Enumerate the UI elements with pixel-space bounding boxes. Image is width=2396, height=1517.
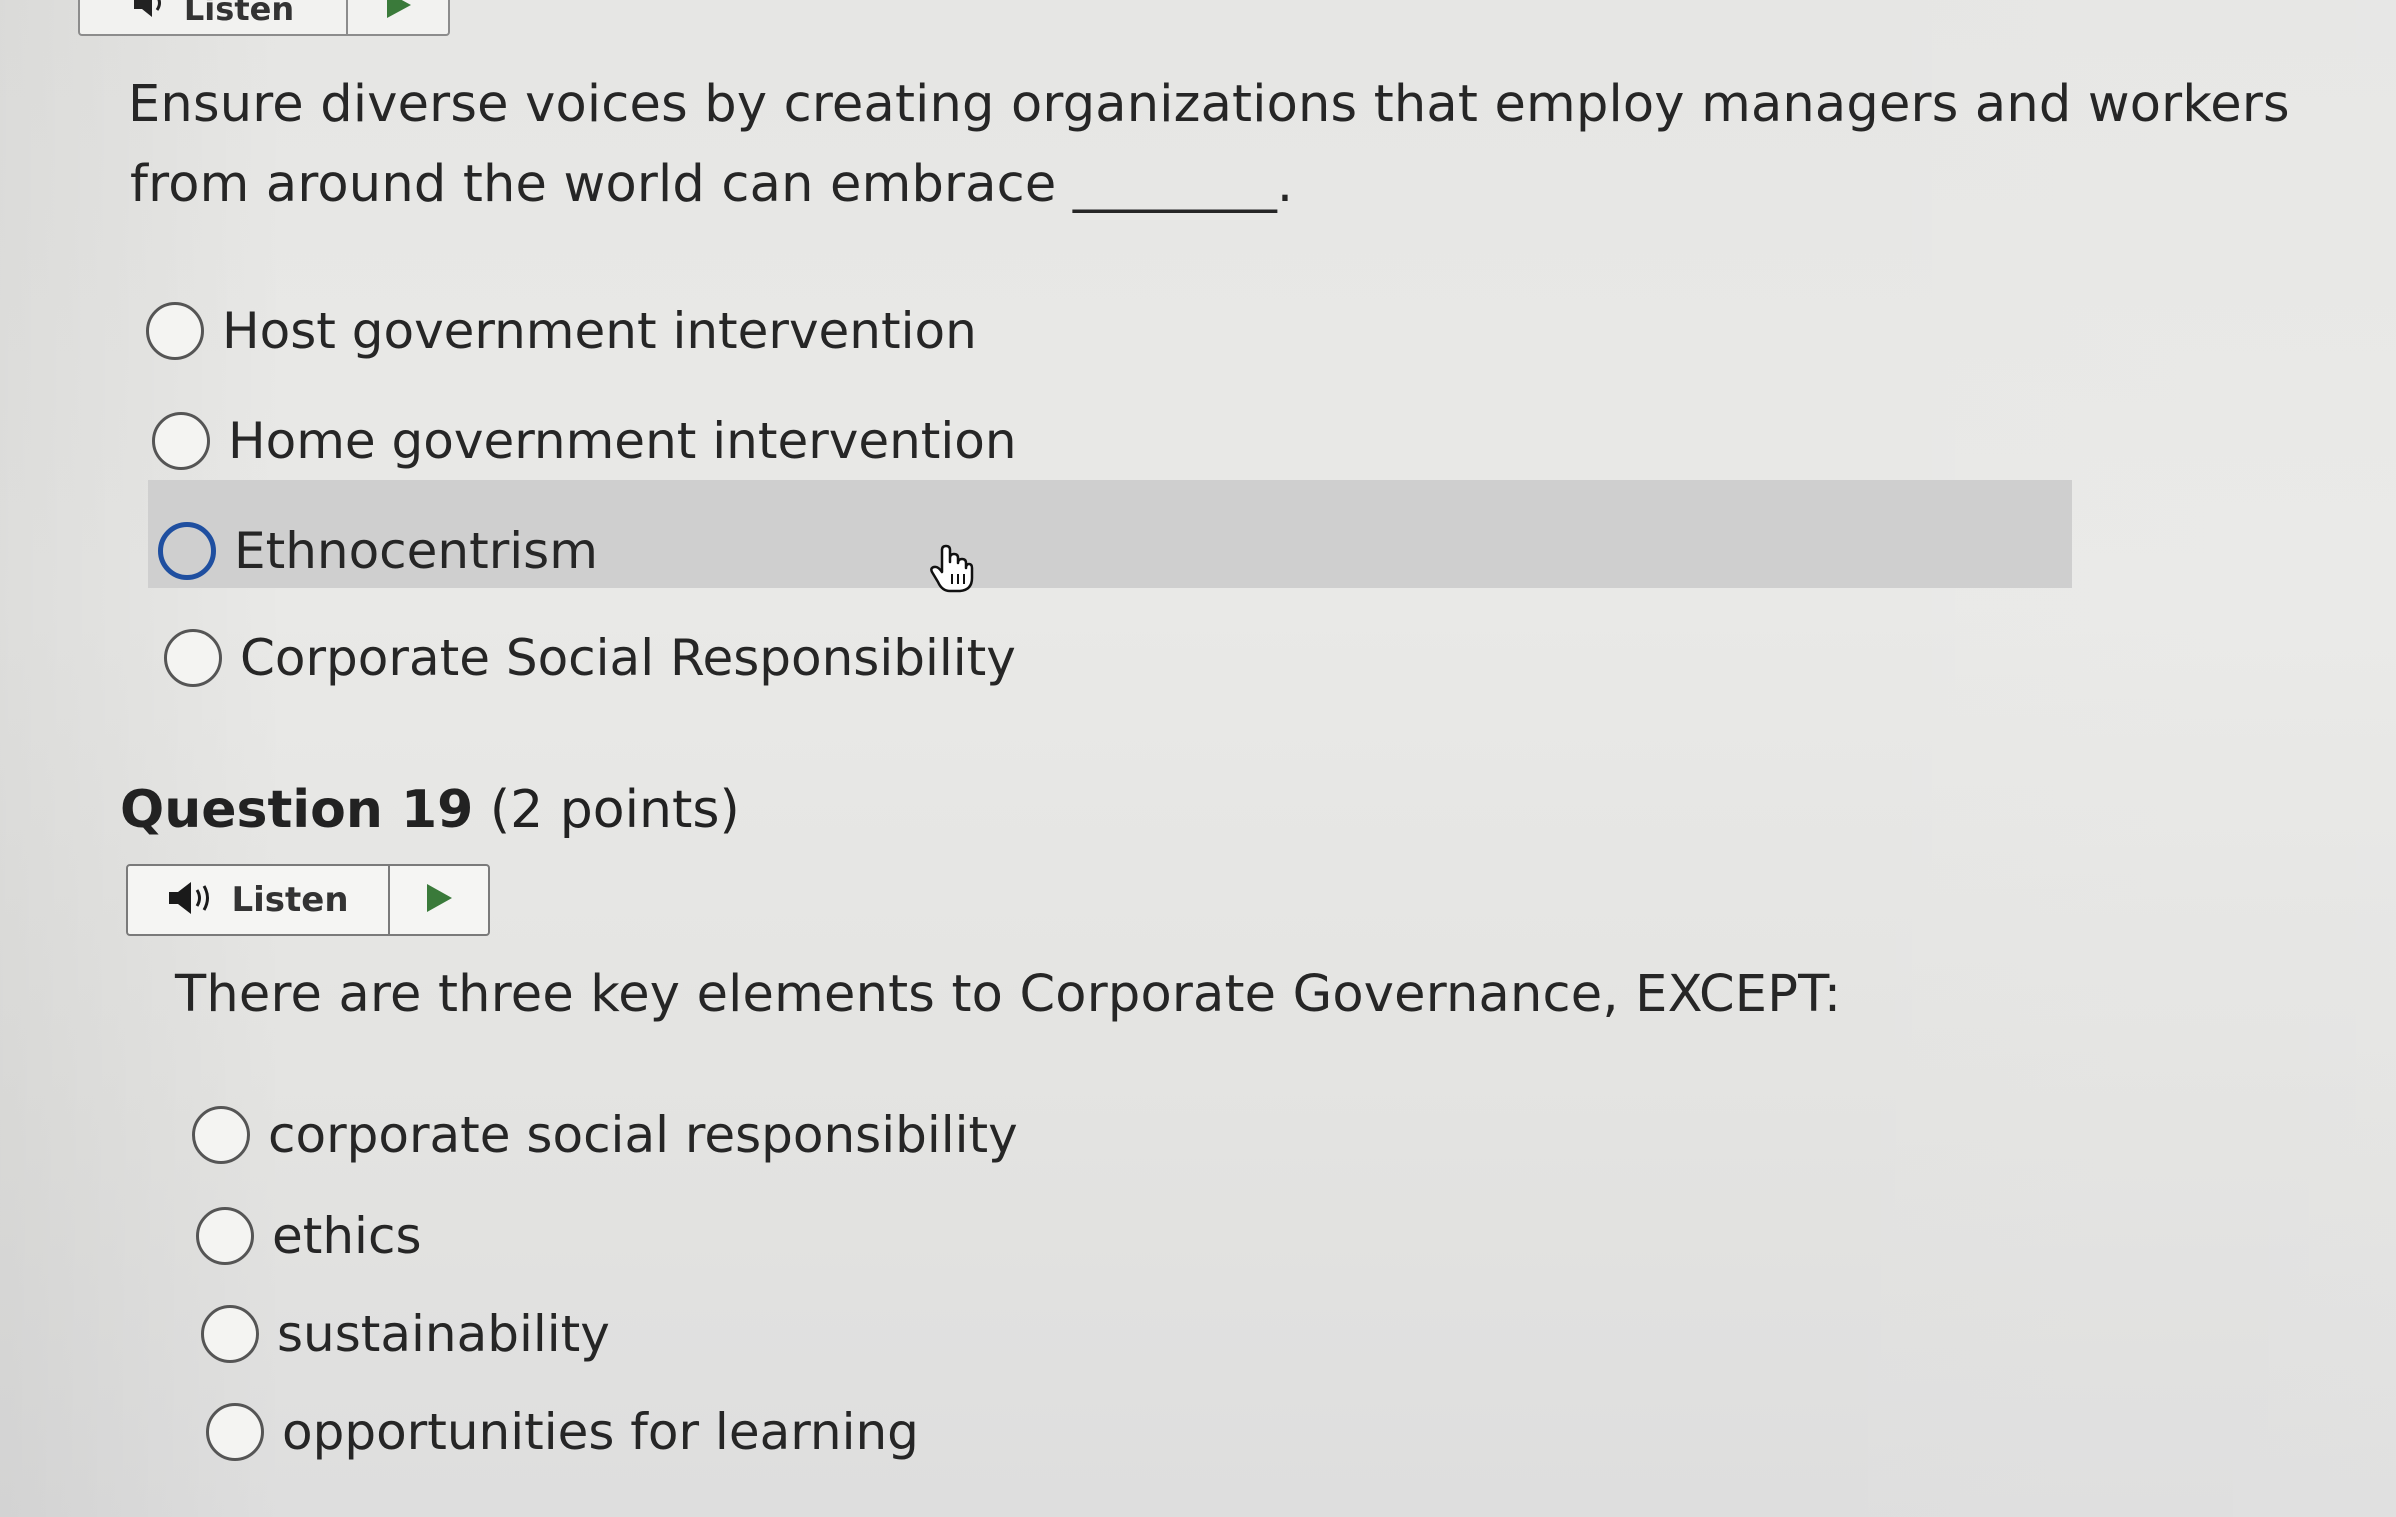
question-19-text: There are three key elements to Corporat… <box>175 965 1842 1024</box>
radio-button[interactable] <box>152 412 210 470</box>
question-18-text-line2: from around the world can embrace ______… <box>130 155 1294 214</box>
radio-button-focused[interactable] <box>158 522 216 580</box>
radio-button[interactable] <box>192 1106 250 1164</box>
listen-button-top[interactable]: Listen <box>80 0 348 34</box>
listen-control-top: Listen <box>78 0 450 36</box>
option-label: Host government intervention <box>222 302 977 360</box>
play-icon <box>383 0 413 24</box>
speaker-icon <box>132 0 172 28</box>
play-button[interactable] <box>390 866 488 934</box>
question-19-title: Question 19 <box>120 780 474 840</box>
option-label: sustainability <box>277 1305 610 1363</box>
radio-button[interactable] <box>206 1403 264 1461</box>
listen-label-top: Listen <box>183 0 295 28</box>
play-icon <box>424 882 454 918</box>
answer-blank: ________. <box>1072 155 1294 214</box>
option-corporate-social-responsibility[interactable]: Corporate Social Responsibility <box>164 606 1016 710</box>
radio-button[interactable] <box>164 629 222 687</box>
option-ethnocentrism[interactable]: Ethnocentrism <box>158 499 598 603</box>
option-label: Corporate Social Responsibility <box>240 629 1016 687</box>
option-opportunities-for-learning[interactable]: opportunities for learning <box>206 1380 919 1484</box>
radio-button[interactable] <box>201 1305 259 1363</box>
option-label: opportunities for learning <box>282 1403 919 1461</box>
hand-cursor-icon <box>928 544 974 598</box>
play-button-top[interactable] <box>348 0 448 34</box>
question-19-header: Question 19 (2 points) <box>120 780 740 840</box>
speaker-icon <box>167 880 217 920</box>
question-18-text-line1: Ensure diverse voices by creating organi… <box>128 75 2290 134</box>
option-label: ethics <box>272 1207 422 1265</box>
option-host-government[interactable]: Host government intervention <box>146 279 977 383</box>
option-ethics[interactable]: ethics <box>196 1184 422 1288</box>
option-label: Home government intervention <box>228 412 1017 470</box>
option-home-government[interactable]: Home government intervention <box>152 389 1017 493</box>
option-corporate-social-responsibility-lower[interactable]: corporate social responsibility <box>192 1083 1018 1187</box>
option-label: corporate social responsibility <box>268 1106 1018 1164</box>
question-19-points: (2 points) <box>489 780 740 840</box>
listen-label: Listen <box>231 880 349 920</box>
option-sustainability[interactable]: sustainability <box>201 1282 610 1386</box>
option-label: Ethnocentrism <box>234 522 598 580</box>
listen-button[interactable]: Listen <box>128 866 390 934</box>
radio-button[interactable] <box>146 302 204 360</box>
radio-button[interactable] <box>196 1207 254 1265</box>
listen-control: Listen <box>126 864 490 936</box>
